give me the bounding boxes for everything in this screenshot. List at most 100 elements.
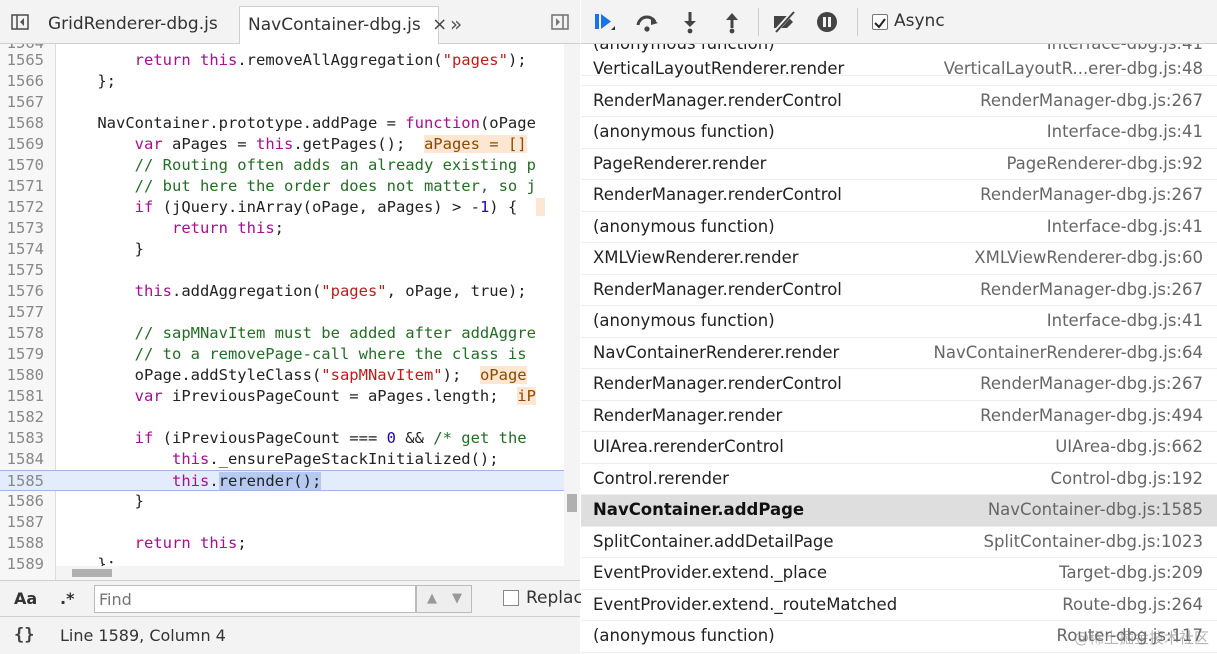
frame-location[interactable]: Route-dbg.js:264 (1062, 595, 1203, 614)
frame-location[interactable]: NavContainerRenderer-dbg.js:64 (934, 343, 1203, 362)
line-number[interactable]: 1579 (0, 344, 50, 365)
call-frame[interactable]: VerticalLayoutRenderer.render VerticalLay… (581, 54, 1217, 86)
line-number[interactable]: 1578 (0, 323, 50, 344)
regex-button[interactable]: .* (60, 589, 74, 608)
editor-tab-bar: GridRenderer-dbg.js NavContainer-dbg.js … (0, 0, 580, 44)
frame-location[interactable]: RenderManager-dbg.js:267 (980, 91, 1203, 110)
call-frame[interactable]: SplitContainer.addDetailPage SplitContain… (581, 527, 1217, 558)
line-number[interactable]: 1576 (0, 281, 50, 302)
deactivate-breakpoints-icon[interactable] (771, 10, 797, 34)
call-frame[interactable]: UIArea.rerenderControl UIArea-dbg.js:662 (581, 432, 1217, 464)
line-number[interactable]: 1575 (0, 260, 50, 281)
call-frame[interactable]: NavContainerRenderer.render NavContainerR… (581, 338, 1217, 369)
frame-location[interactable]: RenderManager-dbg.js:267 (980, 280, 1203, 299)
line-number[interactable]: 1588 (0, 533, 50, 554)
call-frame[interactable]: PageRenderer.render PageRenderer-dbg.js:9… (581, 149, 1217, 180)
line-number[interactable]: 1585 (0, 471, 50, 490)
call-frame[interactable]: RenderManager.renderControl RenderManager… (581, 86, 1217, 117)
line-number[interactable]: 1577 (0, 302, 50, 323)
frame-location[interactable]: PageRenderer-dbg.js:92 (1006, 154, 1203, 173)
code-editor[interactable]: 1564 1565 return this.removeAllAggregati… (0, 44, 580, 580)
pretty-print-button[interactable]: {} (14, 625, 34, 645)
find-previous-button[interactable]: ▲ (420, 588, 444, 610)
frame-location[interactable]: RenderManager-dbg.js:494 (980, 406, 1203, 425)
resume-icon[interactable] (591, 10, 617, 34)
frame-location[interactable]: RenderManager-dbg.js:267 (980, 374, 1203, 393)
scrollbar-thumb[interactable] (567, 494, 577, 512)
code-line: 1577 (0, 302, 564, 323)
call-frame[interactable]: RenderManager.renderControl RenderManager… (581, 369, 1217, 401)
line-number[interactable]: 1582 (0, 407, 50, 428)
frame-function: XMLViewRenderer.render (593, 248, 799, 267)
code-line: 1579 // to a removePage-call where the c… (0, 344, 564, 365)
frame-location[interactable]: Control-dbg.js:192 (1051, 469, 1204, 488)
call-frame[interactable]: EventProvider.extend._place Target-dbg.js… (581, 558, 1217, 590)
find-next-button[interactable]: ▼ (445, 588, 469, 610)
frame-location[interactable]: SplitContainer-dbg.js:1023 (983, 532, 1203, 551)
async-checkbox[interactable] (872, 14, 888, 30)
horizontal-scrollbar[interactable] (56, 566, 564, 580)
line-number[interactable]: 1581 (0, 386, 50, 407)
tab-gridrenderer[interactable]: GridRenderer-dbg.js (40, 6, 226, 44)
code-line: 1565 return this.removeAllAggregation("p… (0, 50, 564, 71)
call-frame[interactable]: RenderManager.renderControl RenderManager… (581, 180, 1217, 212)
frame-location[interactable]: RenderManager-dbg.js:267 (980, 185, 1203, 204)
line-number[interactable]: 1569 (0, 134, 50, 155)
call-frame[interactable]: (anonymous function) Interface-dbg.js:41 (581, 117, 1217, 149)
code-line: 1576 this.addAggregation("pages", oPage,… (0, 281, 564, 302)
pause-on-exceptions-icon[interactable] (814, 10, 840, 34)
frame-location[interactable]: VerticalLayoutR...erer-dbg.js:48 (944, 59, 1203, 78)
call-frame[interactable]: EventProvider.extend._routeMatched Route-… (581, 590, 1217, 621)
step-over-icon[interactable] (634, 10, 660, 34)
frame-function: (anonymous function) (593, 626, 775, 645)
line-number[interactable]: 1566 (0, 71, 50, 92)
frame-location[interactable]: Interface-dbg.js:41 (1047, 311, 1203, 330)
scrollbar-thumb[interactable] (72, 569, 112, 577)
frame-location[interactable]: Interface-dbg.js:41 (1047, 44, 1203, 53)
match-case-button[interactable]: Aa (14, 589, 37, 608)
replace-checkbox[interactable] (503, 590, 519, 606)
frame-function: (anonymous function) (593, 216, 775, 236)
line-number[interactable]: 1573 (0, 218, 50, 239)
frame-function: NavContainer.addPage (593, 500, 805, 519)
line-number[interactable]: 1586 (0, 491, 50, 512)
code-line: 1581 var iPreviousPageCount = aPages.len… (0, 386, 564, 407)
watermark: @稀土掘金技术社区 (1073, 629, 1209, 647)
find-input[interactable] (94, 585, 416, 613)
frame-location[interactable]: Target-dbg.js:209 (1059, 563, 1203, 582)
call-frame[interactable]: XMLViewRenderer.render XMLViewRenderer-db… (581, 243, 1217, 275)
line-number[interactable]: 1572 (0, 197, 50, 218)
line-number[interactable]: 1587 (0, 512, 50, 533)
line-number[interactable]: 1568 (0, 113, 50, 134)
more-tabs-button[interactable]: » (450, 6, 462, 44)
line-number[interactable]: 1574 (0, 239, 50, 260)
line-number[interactable]: 1583 (0, 428, 50, 449)
line-number[interactable]: 1571 (0, 176, 50, 197)
step-out-icon[interactable] (719, 10, 745, 34)
frame-location[interactable]: Interface-dbg.js:41 (1047, 217, 1203, 236)
line-number[interactable]: 1589 (0, 554, 50, 575)
call-frame-selected[interactable]: NavContainer.addPage NavContainer-dbg.js:… (581, 495, 1217, 527)
frame-location[interactable]: Interface-dbg.js:41 (1047, 122, 1203, 141)
call-frame[interactable]: (anonymous function) Interface-dbg.js:41 (581, 212, 1217, 243)
call-frame[interactable]: (anonymous function) Interface-dbg.js:41 (581, 306, 1217, 338)
step-into-icon[interactable] (677, 10, 703, 34)
call-frame[interactable]: RenderManager.render RenderManager-dbg.js… (581, 401, 1217, 432)
frame-function: VerticalLayoutRenderer.render (593, 59, 845, 78)
line-number[interactable]: 1584 (0, 449, 50, 470)
debugger-sidebar: Async (anonymous function) Interface-dbg.… (581, 0, 1217, 654)
call-frame[interactable]: Control.rerender Control-dbg.js:192 (581, 464, 1217, 495)
toggle-debugger-icon[interactable] (550, 12, 570, 32)
line-number[interactable]: 1580 (0, 365, 50, 386)
call-frame[interactable]: RenderManager.renderControl RenderManager… (581, 275, 1217, 306)
frame-location[interactable]: XMLViewRenderer-dbg.js:60 (974, 248, 1203, 267)
close-icon[interactable]: × (432, 14, 447, 35)
vertical-scrollbar[interactable] (564, 44, 580, 580)
line-number[interactable]: 1565 (0, 50, 50, 71)
line-number[interactable]: 1570 (0, 155, 50, 176)
tab-navcontainer[interactable]: NavContainer-dbg.js × (239, 6, 447, 44)
frame-location[interactable]: NavContainer-dbg.js:1585 (988, 500, 1203, 519)
frame-location[interactable]: UIArea-dbg.js:662 (1055, 437, 1203, 456)
line-number[interactable]: 1567 (0, 92, 50, 113)
toggle-navigator-icon[interactable] (10, 12, 30, 32)
